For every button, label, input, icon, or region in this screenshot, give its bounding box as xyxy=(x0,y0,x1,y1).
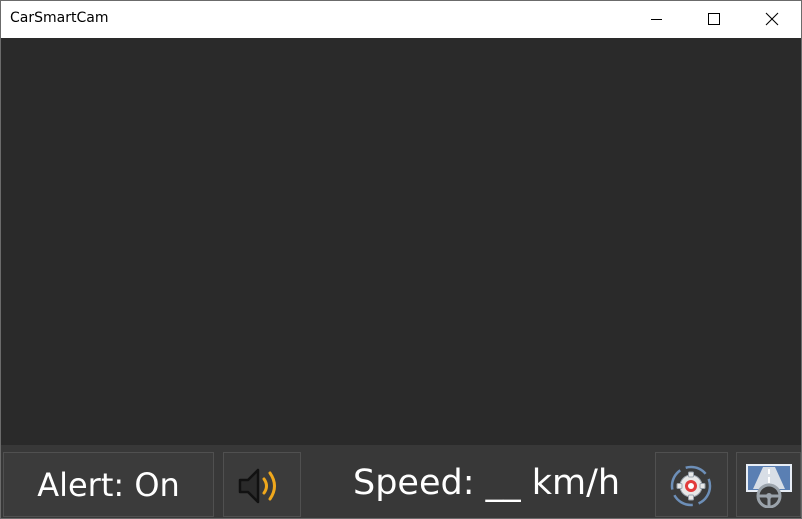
close-icon xyxy=(765,12,779,26)
alert-toggle-button[interactable]: Alert: On xyxy=(3,452,214,517)
settings-button[interactable] xyxy=(655,452,728,517)
drive-mode-button[interactable] xyxy=(736,452,801,517)
title-bar: CarSmartCam xyxy=(1,1,801,38)
minimize-button[interactable] xyxy=(627,1,685,38)
sound-button[interactable] xyxy=(223,452,301,517)
close-button[interactable] xyxy=(743,1,801,38)
camera-view xyxy=(1,38,801,445)
minimize-icon xyxy=(651,19,662,20)
settings-gear-icon xyxy=(670,465,712,507)
maximize-icon xyxy=(708,13,720,25)
speed-readout: Speed: __ km/h xyxy=(353,463,621,503)
window-title: CarSmartCam xyxy=(10,10,109,26)
maximize-button[interactable] xyxy=(685,1,743,38)
steering-wheel-road-icon xyxy=(746,464,792,508)
app-window: CarSmartCam Alert: On Speed: __ km/h xyxy=(0,0,802,519)
speaker-volume-icon xyxy=(238,468,276,504)
control-bar: Alert: On Speed: __ km/h xyxy=(1,445,801,518)
